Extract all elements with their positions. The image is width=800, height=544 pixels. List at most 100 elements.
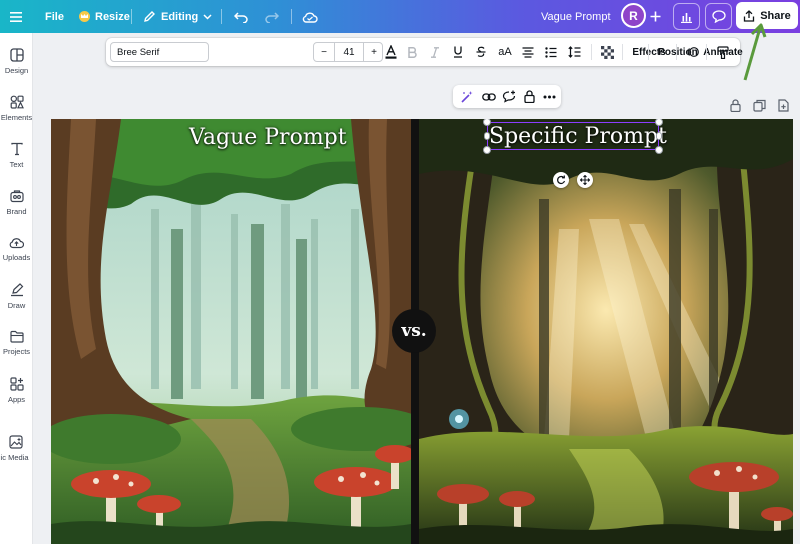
- transparency-icon: [600, 45, 614, 59]
- add-comment-button[interactable]: [501, 89, 516, 104]
- undo-icon: [234, 11, 248, 23]
- vs-label: vs.: [401, 321, 427, 341]
- move-handle[interactable]: [577, 172, 593, 188]
- bold-icon: [407, 46, 417, 58]
- design-icon: [9, 48, 24, 62]
- position-label: Position: [658, 46, 698, 58]
- sidebar-item-uploads[interactable]: Uploads: [0, 236, 33, 262]
- font-size-input[interactable]: 41: [334, 43, 364, 61]
- brand-icon: [9, 190, 24, 203]
- underline-button[interactable]: [451, 38, 465, 66]
- line-spacing-icon: [568, 46, 581, 58]
- lock-button[interactable]: [522, 89, 537, 104]
- resize-handle[interactable]: [655, 146, 663, 154]
- redo-button[interactable]: [265, 0, 279, 33]
- share-label: Share: [760, 9, 791, 22]
- add-collaborator-button[interactable]: [650, 0, 661, 33]
- text-color-icon: [385, 45, 397, 59]
- divider: [221, 9, 222, 24]
- letter-case-label: aA: [498, 46, 512, 58]
- cloud-save-status[interactable]: [302, 0, 318, 33]
- text-color-button[interactable]: [382, 38, 400, 66]
- align-button[interactable]: [520, 38, 535, 66]
- file-menu[interactable]: File: [45, 0, 64, 33]
- sidebar-item-label: Uploads: [2, 253, 31, 262]
- specific-prompt-image[interactable]: [419, 119, 793, 544]
- duplicate-icon: [753, 99, 766, 112]
- copy-style-button[interactable]: [713, 38, 733, 66]
- bar-chart-icon: [681, 12, 692, 23]
- magic-write-button[interactable]: [459, 89, 474, 104]
- strikethrough-button[interactable]: [474, 38, 488, 66]
- divider: [131, 9, 132, 24]
- transparency-button[interactable]: [599, 38, 615, 66]
- lock-icon: [730, 99, 741, 113]
- sidebar-item-brand[interactable]: Brand: [0, 189, 33, 216]
- left-sidebar: Design Elements Text Brand Uploads Draw …: [0, 33, 33, 544]
- add-page-button[interactable]: [777, 99, 790, 117]
- spacing-button[interactable]: [567, 38, 582, 66]
- insights-button[interactable]: [673, 3, 700, 30]
- vague-prompt-image[interactable]: [51, 119, 411, 544]
- sidebar-item-label: Projects: [2, 347, 31, 356]
- bold-button[interactable]: [405, 38, 419, 66]
- sidebar-item-draw[interactable]: Draw: [0, 283, 33, 310]
- file-label: File: [45, 10, 64, 23]
- apps-icon: [9, 377, 24, 391]
- divider: [648, 44, 649, 60]
- list-button[interactable]: [543, 38, 558, 66]
- lock-page-button[interactable]: [730, 99, 741, 117]
- decrease-size-button[interactable]: −: [314, 43, 334, 61]
- editing-label: Editing: [161, 10, 199, 23]
- underline-icon: [454, 46, 462, 58]
- vs-badge[interactable]: vs.: [392, 309, 436, 353]
- document-title-text: Vague Prompt: [541, 10, 611, 23]
- increase-size-button[interactable]: +: [364, 43, 384, 61]
- text-toolbar: Bree Serif − 41 + aA Eff: [106, 38, 743, 66]
- rotate-icon: [557, 175, 566, 185]
- strikethrough-icon: [476, 46, 486, 57]
- italic-button[interactable]: [428, 38, 442, 66]
- sidebar-item-apps[interactable]: Apps: [0, 377, 33, 404]
- divider: [622, 44, 623, 60]
- comment-add-icon: [502, 90, 515, 103]
- editing-mode-button[interactable]: Editing: [143, 0, 212, 33]
- magic-wand-icon: [460, 90, 473, 103]
- resize-handle[interactable]: [484, 132, 490, 140]
- cloud-check-icon: [302, 12, 318, 23]
- document-title[interactable]: Vague Prompt: [541, 0, 611, 33]
- link-button[interactable]: [481, 89, 496, 104]
- text-selection-frame: [487, 122, 659, 150]
- sidebar-item-elements[interactable]: Elements: [0, 95, 33, 122]
- text-icon: [10, 142, 23, 156]
- left-title-text[interactable]: Vague Prompt: [189, 125, 347, 150]
- sidebar-item-projects[interactable]: Projects: [0, 330, 33, 356]
- sidebar-item-magic-media[interactable]: Magic Media: [0, 435, 36, 462]
- design-canvas[interactable]: vs. Vague Prompt Specific Prompt: [51, 119, 793, 544]
- pencil-icon: [144, 11, 155, 22]
- sidebar-item-label: Apps: [7, 395, 26, 404]
- font-family-select[interactable]: Bree Serif: [110, 42, 209, 62]
- sidebar-item-text[interactable]: Text: [0, 142, 33, 169]
- sidebar-item-label: Draw: [7, 301, 26, 310]
- magic-media-icon: [9, 435, 23, 449]
- position-button[interactable]: Position: [653, 38, 703, 66]
- plus-icon: [650, 11, 661, 22]
- comment-icon: [711, 10, 726, 23]
- uploads-icon: [9, 238, 24, 249]
- resize-handle[interactable]: [656, 132, 662, 140]
- align-center-icon: [522, 46, 533, 58]
- sidebar-item-design[interactable]: Design: [0, 48, 33, 75]
- menu-button[interactable]: [10, 0, 22, 33]
- duplicate-page-button[interactable]: [753, 99, 766, 117]
- undo-button[interactable]: [234, 0, 248, 33]
- rotate-handle[interactable]: [553, 172, 569, 188]
- resize-button[interactable]: Resize: [79, 0, 130, 33]
- resize-handle[interactable]: [483, 146, 491, 154]
- font-family-value: Bree Serif: [117, 46, 160, 58]
- more-options-button[interactable]: [542, 89, 557, 104]
- italic-icon: [431, 46, 439, 58]
- letter-case-button[interactable]: aA: [496, 38, 514, 66]
- comments-button[interactable]: [705, 3, 732, 30]
- avatar[interactable]: R: [621, 3, 646, 28]
